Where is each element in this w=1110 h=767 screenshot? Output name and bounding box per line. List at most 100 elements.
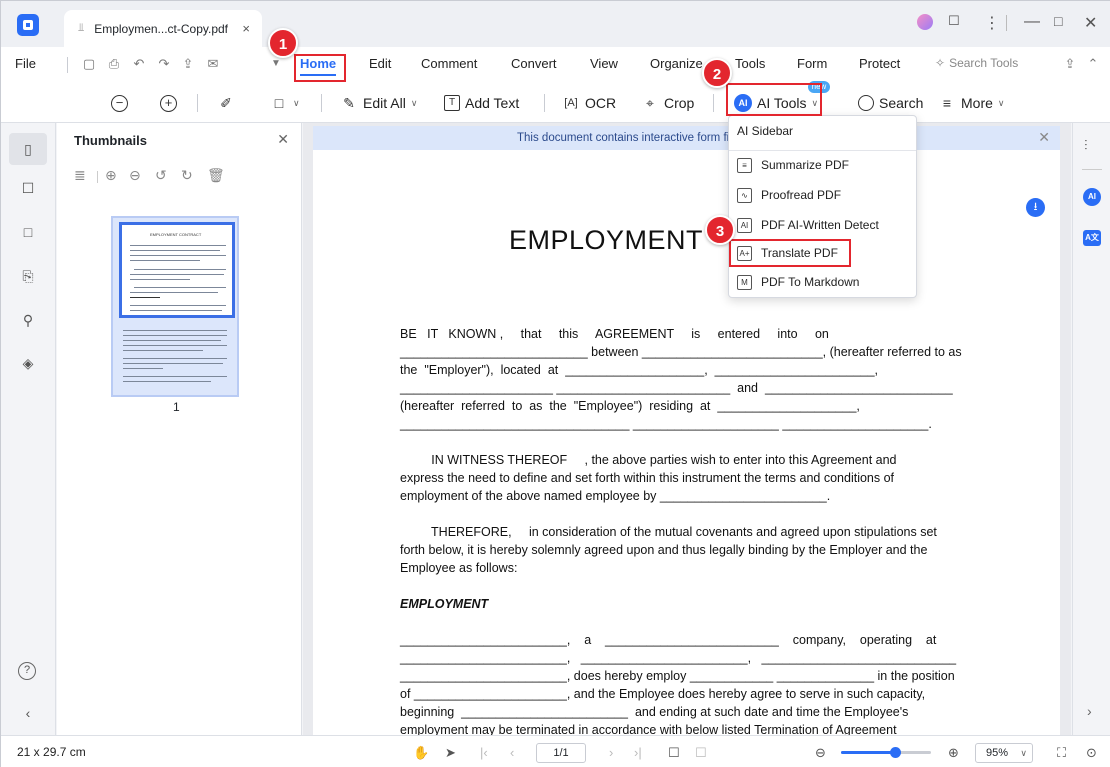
ai-detect-icon: AI	[737, 217, 752, 233]
tab-view[interactable]: View	[590, 56, 618, 76]
search-panel-icon[interactable]: ⚲	[18, 310, 38, 330]
tab-organize[interactable]: Organize	[650, 56, 703, 76]
next-page-icon[interactable]: ›	[609, 745, 613, 760]
document-line: of ______________________, and the Emplo…	[400, 687, 926, 701]
mail-icon[interactable]: ✉	[204, 55, 222, 73]
redo-icon[interactable]: ↷	[155, 55, 173, 73]
zoom-out-button[interactable]: −	[111, 91, 128, 115]
search-tools-label: Search Tools	[949, 56, 1019, 70]
ai-detect-item[interactable]: AI PDF AI-Written Detect	[737, 214, 879, 236]
ocr-label: OCR	[585, 95, 617, 111]
bookmark-icon[interactable]: ☐	[18, 178, 38, 198]
search-tools[interactable]: ✧ Search Tools	[935, 56, 1018, 76]
menu-file[interactable]: File	[15, 56, 36, 76]
pdf-to-markdown-item[interactable]: M PDF To Markdown	[737, 271, 859, 293]
crop-icon: ⌖	[646, 95, 654, 111]
document-line: ________________________, a ____________…	[400, 633, 937, 647]
tab-convert[interactable]: Convert	[511, 56, 557, 76]
zoom-select[interactable]: 95% ∨	[975, 743, 1033, 763]
zoom-slider-knob[interactable]	[890, 747, 901, 758]
tab-comment[interactable]: Comment	[421, 56, 477, 76]
delete-page-icon[interactable]: 🗑	[207, 167, 225, 184]
search-icon	[858, 95, 874, 111]
ai-sidebar-item[interactable]: AI Sidebar	[737, 120, 793, 142]
zoom-slider[interactable]	[841, 747, 931, 758]
undo-icon[interactable]: ↶	[130, 55, 148, 73]
feedback-icon[interactable]: ☐	[948, 13, 960, 29]
print-icon[interactable]: ⎙	[105, 55, 123, 73]
close-panel-icon[interactable]: ✕	[277, 131, 289, 148]
last-page-icon[interactable]: ›|	[634, 745, 642, 760]
page-thumbnails-icon[interactable]: ▯	[18, 139, 38, 159]
tab-close-icon[interactable]: ×	[242, 21, 250, 36]
expand-right-icon[interactable]: ›	[1087, 703, 1092, 719]
collapse-left-icon[interactable]: ‹	[18, 703, 38, 723]
zoom-value: 95%	[986, 747, 1009, 759]
fullscreen-icon[interactable]: ⛶	[1057, 745, 1066, 761]
fit-width-icon[interactable]: ☐	[695, 745, 707, 761]
properties-icon[interactable]: ⫶	[1084, 137, 1088, 154]
layers-icon[interactable]: ◈	[18, 353, 38, 373]
comment-icon[interactable]: □	[18, 222, 38, 242]
summarize-pdf-item[interactable]: ≡ Summarize PDF	[737, 154, 849, 176]
more-button[interactable]: ≡ More ∨	[938, 91, 1005, 115]
edit-all-button[interactable]: ✎ Edit All ∨	[340, 91, 417, 115]
maximize-icon[interactable]: □	[1054, 13, 1062, 29]
download-icon[interactable]: ⭳	[1026, 198, 1045, 217]
tab-tools[interactable]: Tools	[735, 56, 765, 76]
thumb-zoom-in-icon[interactable]: ⊕	[105, 167, 117, 184]
close-window-icon[interactable]: ✕	[1084, 13, 1097, 33]
crop-button[interactable]: ⌖ Crop	[641, 91, 694, 115]
notice-close-icon[interactable]: ✕	[1038, 129, 1050, 146]
menu-item-label: AI Sidebar	[737, 124, 794, 138]
shape-button[interactable]: □ ∨	[270, 91, 300, 115]
document-line: Employee as follows:	[400, 561, 518, 575]
ocr-button[interactable]: [A] OCR	[562, 91, 616, 115]
toolbar-divider	[197, 94, 198, 112]
help-icon[interactable]: ?	[18, 662, 36, 680]
thumbnail-page-number: 1	[173, 400, 180, 414]
fit-page-icon[interactable]: ☐	[668, 745, 680, 761]
add-text-button[interactable]: T Add Text	[444, 91, 519, 115]
prev-page-icon[interactable]: ‹	[510, 745, 514, 760]
collapse-ribbon-icon[interactable]: ⌃	[1084, 55, 1102, 73]
translate-icon[interactable]: A文	[1083, 230, 1101, 246]
thumb-zoom-out-icon[interactable]: ⊖	[129, 167, 141, 184]
tab-form[interactable]: Form	[797, 56, 827, 76]
document-tab[interactable]: ⫫ Employmen...ct-Copy.pdf ×	[64, 10, 262, 47]
thumbnail-options-icon[interactable]: ≣	[74, 167, 86, 184]
user-avatar[interactable]	[917, 14, 933, 30]
document-line: ___________________________ between ____…	[400, 345, 962, 359]
select-tool-icon[interactable]: ➤	[445, 745, 456, 761]
page-indicator-field[interactable]: 1/1	[536, 743, 586, 763]
first-page-icon[interactable]: |‹	[480, 745, 488, 760]
thumbnails-title: Thumbnails	[74, 133, 147, 148]
tab-protect[interactable]: Protect	[859, 56, 900, 76]
search-button[interactable]: Search	[858, 91, 923, 115]
document-line: EMPLOYMENT	[400, 597, 489, 611]
minimize-icon[interactable]: —	[1024, 13, 1040, 31]
zoom-in-button[interactable]: +	[160, 91, 177, 115]
thumbnail-mini-title: EMPLOYMENT CONTRACT	[150, 232, 202, 237]
pdf-page[interactable]: ⭳ EMPLOYMENT BE IT KNOWN , that this AGR…	[313, 150, 1060, 755]
ai-assistant-icon[interactable]: AI	[1083, 188, 1101, 206]
highlight-button[interactable]: ✐	[217, 91, 235, 115]
attachment-icon[interactable]: ⎘	[18, 266, 38, 286]
tab-edit[interactable]: Edit	[369, 56, 391, 76]
status-zoom-out-icon[interactable]: ⊖	[815, 745, 826, 761]
favorite-chevron-icon[interactable]: ⫫	[78, 22, 84, 35]
save-icon[interactable]: ▢	[80, 55, 98, 73]
rotate-left-icon[interactable]: ↺	[155, 167, 167, 184]
edit-all-label: Edit All	[363, 95, 406, 111]
document-line: _________________________________ ______…	[400, 417, 932, 431]
cloud-upload-icon[interactable]: ⇪	[1061, 55, 1079, 73]
rotate-right-icon[interactable]: ↻	[181, 167, 193, 184]
read-mode-icon[interactable]: ⊙	[1086, 745, 1097, 761]
hand-tool-icon[interactable]: ✋	[413, 745, 429, 761]
share-icon[interactable]: ⇪	[179, 55, 197, 73]
more-options-icon[interactable]: ⋮	[984, 13, 1000, 33]
status-zoom-in-icon[interactable]: ⊕	[948, 745, 959, 761]
page-size: 21 x 29.7 cm	[17, 745, 86, 759]
page-thumbnail[interactable]: EMPLOYMENT CONTRACT	[111, 216, 239, 397]
proofread-pdf-item[interactable]: ∿ Proofread PDF	[737, 184, 841, 206]
